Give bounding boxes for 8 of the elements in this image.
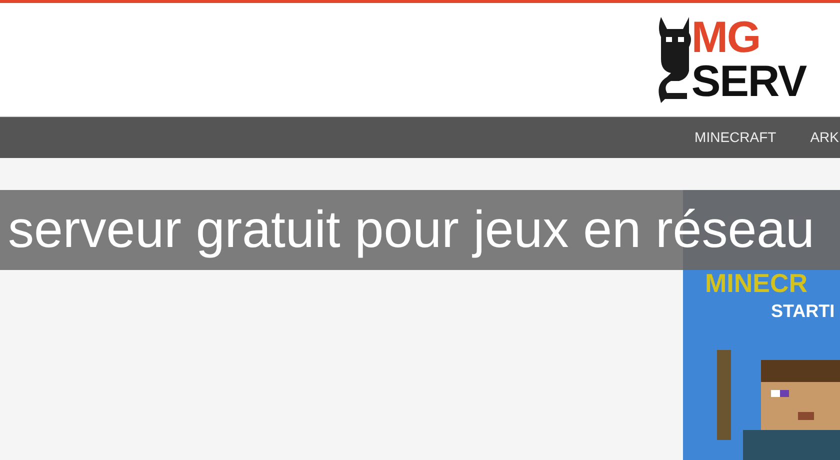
logo-text: SERV — [691, 60, 806, 104]
nav-link[interactable]: ARK — [810, 127, 839, 148]
nav-link[interactable]: MINECRAFT — [694, 127, 776, 148]
caption-text: serveur gratuit pour jeux en réseau — [8, 204, 814, 256]
logo-text: MG — [691, 16, 762, 60]
mascot-logo-icon — [657, 14, 694, 104]
banner-subtitle: STARTI — [771, 302, 835, 320]
banner-title: MINECR — [705, 270, 808, 296]
